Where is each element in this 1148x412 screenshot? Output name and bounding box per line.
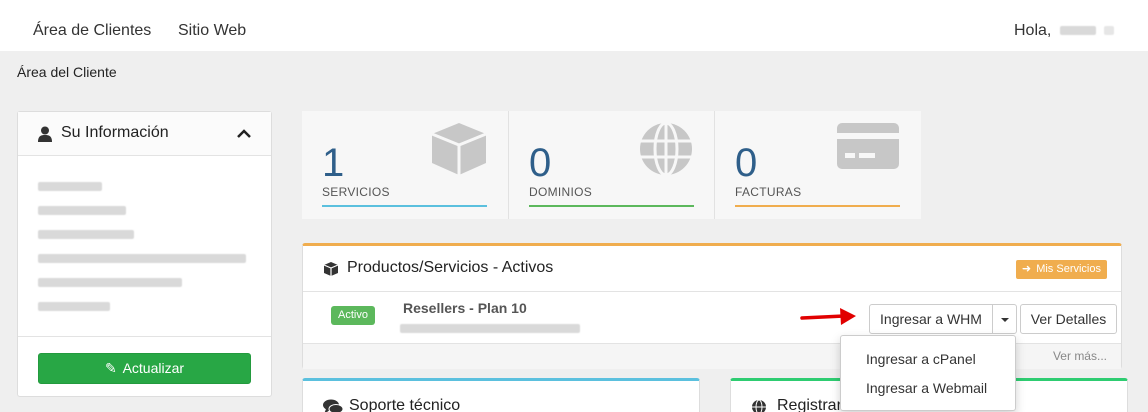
caret-down-icon	[1000, 311, 1010, 327]
globe-icon	[638, 121, 694, 182]
chevron-up-icon[interactable]	[237, 126, 251, 144]
services-tile[interactable]: 1 SERVICIOS	[302, 111, 508, 219]
comments-icon	[323, 399, 344, 412]
user-icon	[38, 126, 52, 147]
products-title: Productos/Servicios - Activos	[347, 259, 554, 276]
top-navbar: Área de Clientes Sitio Web Hola,	[0, 0, 1148, 51]
products-header: Productos/Servicios - Activos ➜ Mis Serv…	[303, 246, 1121, 292]
invoices-bar	[735, 205, 900, 207]
login-dropdown-menu: Ingresar a cPanel Ingresar a Webmail	[840, 335, 1016, 411]
invoices-tile[interactable]: 0 FACTURAS	[714, 111, 920, 219]
cube-icon	[323, 261, 339, 282]
login-whm-button[interactable]: Ingresar a WHM	[869, 304, 993, 334]
redacted-line	[38, 278, 182, 287]
credit-card-icon	[836, 121, 900, 176]
panel-title: Su Información	[61, 124, 169, 141]
services-label: SERVICIOS	[322, 185, 390, 199]
panel-footer: ✎ Actualizar	[18, 336, 271, 396]
red-arrow-icon	[800, 306, 858, 333]
view-details-button[interactable]: Ver Detalles	[1020, 304, 1117, 334]
domains-label: DOMINIOS	[529, 185, 593, 199]
redacted-username	[1059, 26, 1096, 36]
my-services-label: Mis Servicios	[1036, 263, 1101, 275]
dropdown-toggle-button[interactable]	[992, 304, 1017, 334]
menu-item-webmail[interactable]: Ingresar a Webmail	[866, 380, 987, 396]
services-bar	[322, 205, 487, 207]
menu-item-cpanel[interactable]: Ingresar a cPanel	[866, 351, 976, 367]
globe-icon	[751, 399, 767, 412]
redacted-contact-info	[38, 182, 246, 326]
panel-header[interactable]: Su Información	[18, 112, 271, 156]
see-more-link[interactable]: Ver más...	[1053, 349, 1107, 363]
support-title: Soporte técnico	[349, 397, 461, 412]
breadcrumb: Área del Cliente	[17, 64, 117, 80]
domains-bar	[529, 205, 694, 207]
invoices-count: 0	[735, 141, 758, 185]
service-name[interactable]: Resellers - Plan 10	[403, 300, 527, 316]
update-button[interactable]: ✎ Actualizar	[38, 353, 251, 384]
pencil-icon: ✎	[104, 360, 117, 376]
my-services-button[interactable]: ➜ Mis Servicios	[1015, 260, 1107, 279]
domains-tile[interactable]: 0 DOMINIOS	[508, 111, 714, 219]
nav-website[interactable]: Sitio Web	[178, 22, 246, 40]
update-label: Actualizar	[122, 360, 185, 376]
status-badge: Activo	[331, 306, 375, 325]
register-title: Registrar	[777, 397, 842, 412]
domains-count: 0	[529, 141, 552, 185]
nav-clients-area[interactable]: Área de Clientes	[33, 22, 151, 40]
redacted-domain	[400, 324, 580, 333]
arrow-right-icon: ➜	[1021, 263, 1032, 275]
support-panel: Soporte técnico	[302, 378, 700, 412]
redacted-username-2	[1104, 26, 1115, 36]
redacted-line	[38, 182, 102, 191]
redacted-line	[38, 206, 126, 215]
user-greeting[interactable]: Hola,	[1014, 22, 1115, 40]
redacted-line	[38, 254, 246, 263]
redacted-line	[38, 302, 110, 311]
redacted-line	[38, 230, 134, 239]
cube-icon	[430, 121, 488, 182]
greeting-text: Hola,	[1014, 22, 1052, 39]
your-information-panel: Su Información ✎ Actualizar	[17, 111, 272, 397]
invoices-label: FACTURAS	[735, 185, 802, 199]
stats-tiles: 1 SERVICIOS 0 DOMINIOS 0 FACTURAS	[302, 111, 921, 219]
services-count: 1	[322, 141, 345, 185]
